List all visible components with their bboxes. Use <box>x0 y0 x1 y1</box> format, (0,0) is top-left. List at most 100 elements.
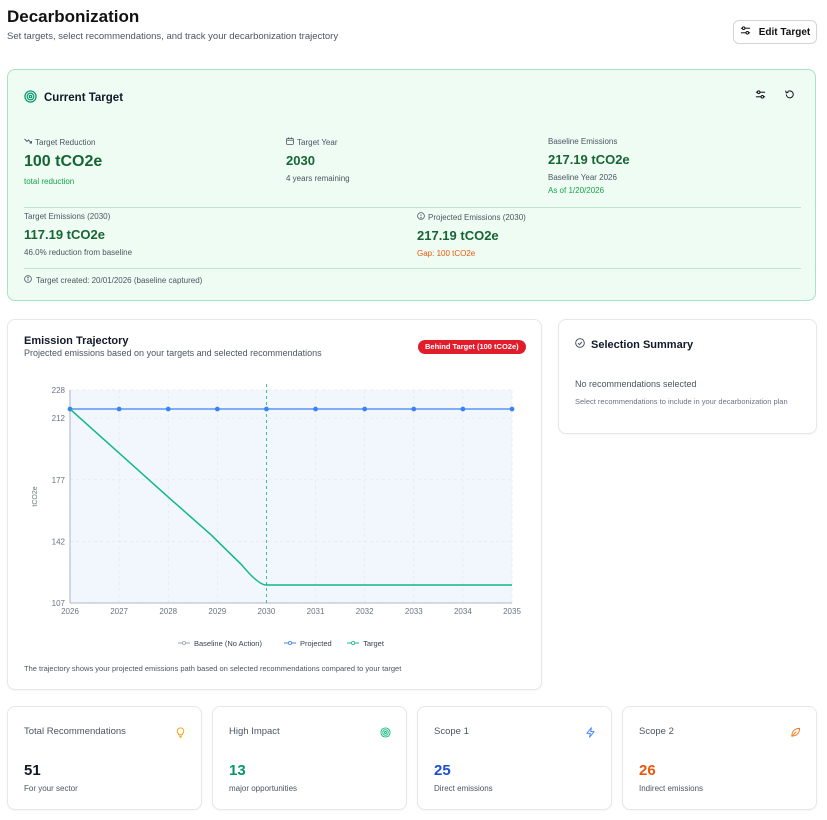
trend-down-icon <box>24 137 32 147</box>
target-emissions-label: Target Emissions (2030) <box>24 212 111 221</box>
lightbulb-icon <box>175 725 186 738</box>
target-year-label-row: Target Year <box>286 137 350 147</box>
x-tick-label: 2029 <box>208 607 226 616</box>
emission-trajectory-card: Emission Trajectory Projected emissions … <box>7 319 542 690</box>
projected-point <box>509 406 515 412</box>
projected-label: Projected Emissions (2030) <box>428 212 526 222</box>
target-icon <box>380 725 391 738</box>
target-emissions-sub: 46.0% reduction from baseline <box>24 248 133 257</box>
reset-target-button[interactable] <box>782 89 796 103</box>
legend-marker <box>287 640 292 645</box>
stat-value: 25 <box>434 762 451 779</box>
projected-point <box>264 406 269 412</box>
trajectory-footnote: The trajectory shows your projected emis… <box>24 664 402 673</box>
target-created-note: Target created: 20/01/2026 (baseline cap… <box>24 275 202 285</box>
check-circle-icon <box>575 338 585 351</box>
legend-marker <box>181 640 186 645</box>
stat-label: Scope 1 <box>434 726 469 737</box>
target-year-metric: Target Year 2030 4 years remaining <box>286 137 350 183</box>
stat-card-scope-1[interactable]: Scope 1 25 Direct emissions <box>417 706 612 810</box>
lightning-icon <box>585 725 596 738</box>
stat-value: 51 <box>24 762 41 779</box>
trajectory-title: Emission Trajectory <box>24 335 129 347</box>
adjust-target-button[interactable] <box>753 89 767 103</box>
leaf-icon <box>790 725 801 737</box>
trajectory-subtitle: Projected emissions based on your target… <box>24 348 322 358</box>
stat-label: Total Recommendations <box>24 726 126 737</box>
target-emissions-value: 117.19 tCO2e <box>24 227 105 242</box>
y-tick-label: 142 <box>52 537 66 546</box>
projected-gap: Gap: 100 tCO2e <box>417 249 476 258</box>
page-subtitle: Set targets, select recommendations, and… <box>7 31 339 42</box>
behind-target-badge: Behind Target (100 tCO2e) <box>418 340 526 354</box>
target-year-value: 2030 <box>286 153 315 168</box>
stat-sub: Indirect emissions <box>639 784 704 793</box>
sliders-icon <box>740 25 751 39</box>
selection-summary-title: Selection Summary <box>575 338 693 351</box>
selection-hint-text: Select recommendations to include in you… <box>575 397 788 406</box>
projected-point <box>116 406 122 412</box>
stat-sub: Direct emissions <box>434 784 493 793</box>
baseline-emissions-metric: Baseline Emissions 217.19 tCO2e Baseline… <box>548 137 630 195</box>
projected-label-row: Projected Emissions (2030) <box>417 212 526 222</box>
y-tick-label: 177 <box>52 476 66 485</box>
baseline-date: As of 1/20/2026 <box>548 186 605 195</box>
x-tick-label: 2032 <box>356 607 374 616</box>
projected-point <box>460 406 466 412</box>
projected-point <box>214 406 220 412</box>
projected-point <box>362 406 368 412</box>
target-created-text: Target created: 20/01/2026 (baseline cap… <box>36 275 203 285</box>
baseline-label: Baseline Emissions <box>548 137 618 146</box>
x-tick-label: 2028 <box>159 607 177 616</box>
legend-label: Target <box>363 639 385 648</box>
selection-empty-text: No recommendations selected <box>575 379 697 389</box>
legend-label: Baseline (No Action) <box>194 639 262 648</box>
selection-summary-card: Selection Summary No recommendations sel… <box>558 319 817 434</box>
projected-emissions-metric: Projected Emissions (2030) 217.19 tCO2e … <box>417 212 526 258</box>
x-tick-label: 2030 <box>258 607 276 616</box>
divider <box>24 207 801 208</box>
reset-icon <box>784 87 795 105</box>
current-target-card: Current Target Target Reduction 100 tCO2… <box>7 69 816 301</box>
stat-card-high-impact[interactable]: High Impact 13 major opportunities <box>212 706 407 810</box>
projected-point <box>165 406 171 412</box>
target-emissions-metric: Target Emissions (2030) 117.19 tCO2e 46.… <box>24 212 132 257</box>
y-tick-label: 228 <box>52 386 66 395</box>
target-reduction-label: Target Reduction <box>35 137 96 147</box>
target-icon <box>24 90 37 106</box>
x-tick-label: 2031 <box>307 607 325 616</box>
sliders-icon <box>755 87 766 105</box>
stat-label: Scope 2 <box>639 726 674 737</box>
stat-sub: major opportunities <box>229 784 298 793</box>
emission-trajectory-chart: 1071421772122282026 2027 2028 2029 2030 2031 2… <box>32 384 521 648</box>
legend-marker <box>351 640 356 645</box>
target-reduction-label-row: Target Reduction <box>24 137 102 147</box>
projected-point <box>313 406 318 412</box>
target-reduction-metric: Target Reduction 100 tCO2e total reducti… <box>24 137 103 187</box>
info-icon <box>24 275 32 285</box>
stat-sub: For your sector <box>24 784 78 793</box>
projected-point <box>411 406 417 412</box>
x-tick-label: 2026 <box>61 607 79 616</box>
stat-value: 26 <box>639 762 656 779</box>
projected-value: 217.19 tCO2e <box>417 228 499 243</box>
target-reduction-sub: total reduction <box>24 177 75 186</box>
target-year-label: Target Year <box>297 137 338 147</box>
y-axis-label: tCO2e <box>32 486 39 506</box>
current-target-title: Current Target <box>24 90 123 106</box>
divider <box>24 268 801 269</box>
edit-target-label: Edit Target <box>758 26 811 38</box>
y-tick-label: 212 <box>52 414 66 423</box>
plot-area <box>70 390 512 603</box>
edit-target-button[interactable]: Edit Target <box>733 20 817 44</box>
target-reduction-value: 100 tCO2e <box>24 153 103 170</box>
stat-card-scope-2[interactable]: Scope 2 26 Indirect emissions <box>622 706 817 810</box>
baseline-value: 217.19 tCO2e <box>548 152 630 167</box>
calendar-icon <box>286 137 294 147</box>
stat-card-total-recommendations[interactable]: Total Recommendations 51 For your sector <box>7 706 202 810</box>
x-tick-label: 2033 <box>405 607 423 616</box>
stat-label: High Impact <box>229 726 280 737</box>
x-tick-label: 2035 <box>503 607 521 616</box>
target-year-sub: 4 years remaining <box>286 174 350 183</box>
warning-circle-icon <box>417 212 425 222</box>
